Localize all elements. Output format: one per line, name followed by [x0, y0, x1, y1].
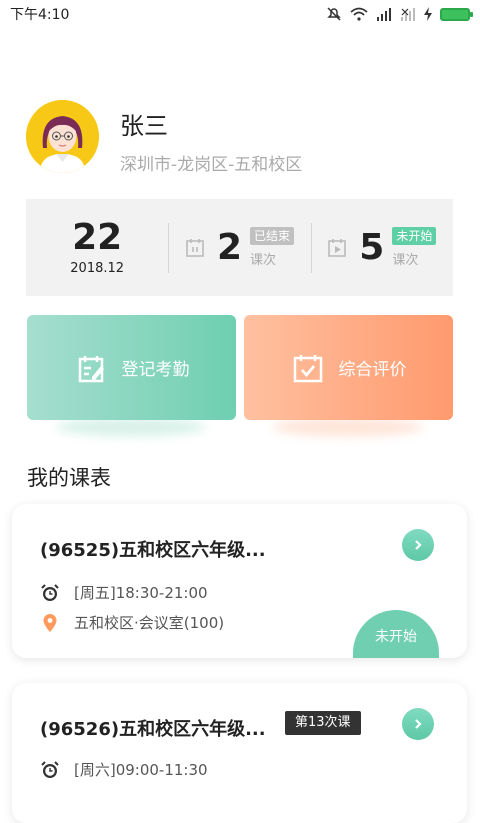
- calendar-play-icon: [328, 238, 347, 257]
- location-pin-icon: [43, 613, 57, 632]
- course-detail-button[interactable]: [402, 529, 434, 561]
- finished-unit: 课次: [250, 253, 277, 268]
- attendance-shadow: [56, 418, 206, 436]
- charging-icon: [424, 7, 432, 21]
- course-title: (96526)五和校区六年级...: [40, 719, 266, 740]
- chevron-right-icon: [415, 719, 422, 729]
- avatar[interactable]: [26, 100, 99, 173]
- alarm-clock-icon: [41, 760, 59, 778]
- alarm-clock-icon: [41, 583, 59, 601]
- course-location-row: 五和校区·会议室(100): [40, 612, 224, 633]
- status-icons: [326, 6, 473, 22]
- stat-date: 22 2018.12: [26, 217, 168, 279]
- finished-tag: 已结束: [250, 227, 295, 245]
- pending-count: 5: [359, 227, 385, 268]
- stat-finished[interactable]: 2 已结束 课次: [168, 217, 310, 279]
- course-detail-button[interactable]: [402, 708, 434, 740]
- mute-icon: [327, 7, 341, 21]
- battery-icon: [440, 7, 473, 21]
- signal-off-icon: [401, 8, 415, 21]
- calendar-check-icon: [293, 354, 322, 382]
- stats-panel: 22 2018.12 2 已结束 课次 5 未开始 课次: [26, 199, 453, 296]
- signal-icon: [377, 8, 391, 21]
- course-title: (96525)五和校区六年级...: [40, 540, 266, 561]
- evaluation-label: 综合评价: [338, 360, 407, 380]
- schedule-title: 我的课表: [27, 466, 111, 490]
- status-badge: 未开始: [353, 610, 439, 658]
- calendar-done-icon: [186, 238, 204, 257]
- chevron-right-icon: [415, 540, 422, 550]
- course-card[interactable]: (96526)五和校区六年级... 第13次课 [周六]09:00-11:30: [12, 683, 467, 823]
- date-month: 2018.12: [70, 261, 125, 276]
- clipboard-edit-icon: [78, 355, 104, 382]
- course-time: [周六]09:00-11:30: [74, 761, 208, 779]
- user-school: 深圳市-龙岗区-五和校区: [120, 155, 303, 175]
- attendance-button[interactable]: 登记考勤: [27, 315, 236, 420]
- avatar-illustration-icon: [26, 100, 99, 173]
- attendance-label: 登记考勤: [121, 360, 190, 380]
- user-name: 张三: [120, 112, 168, 140]
- course-time-row: [周五]18:30-21:00: [40, 582, 208, 603]
- pending-tag: 未开始: [392, 227, 437, 245]
- status-time: 下午4:10: [10, 7, 70, 23]
- stat-pending[interactable]: 5 未开始 课次: [310, 217, 453, 279]
- course-time-row: [周六]09:00-11:30: [40, 759, 208, 780]
- course-card[interactable]: (96525)五和校区六年级... [周五]18:30-21:00 五和校区·会…: [12, 504, 467, 658]
- date-day: 22: [72, 217, 123, 258]
- status-bar: 下午4:10: [0, 0, 480, 28]
- pending-unit: 课次: [392, 253, 419, 268]
- profile-section: 张三 深圳市-龙岗区-五和校区: [26, 100, 456, 180]
- finished-count: 2: [216, 227, 243, 268]
- evaluation-button[interactable]: 综合评价: [244, 315, 453, 420]
- evaluation-shadow: [273, 418, 423, 436]
- wifi-icon: [350, 7, 368, 21]
- course-location: 五和校区·会议室(100): [74, 614, 225, 632]
- course-time: [周五]18:30-21:00: [74, 584, 208, 602]
- lesson-number-badge: 第13次课: [285, 711, 361, 735]
